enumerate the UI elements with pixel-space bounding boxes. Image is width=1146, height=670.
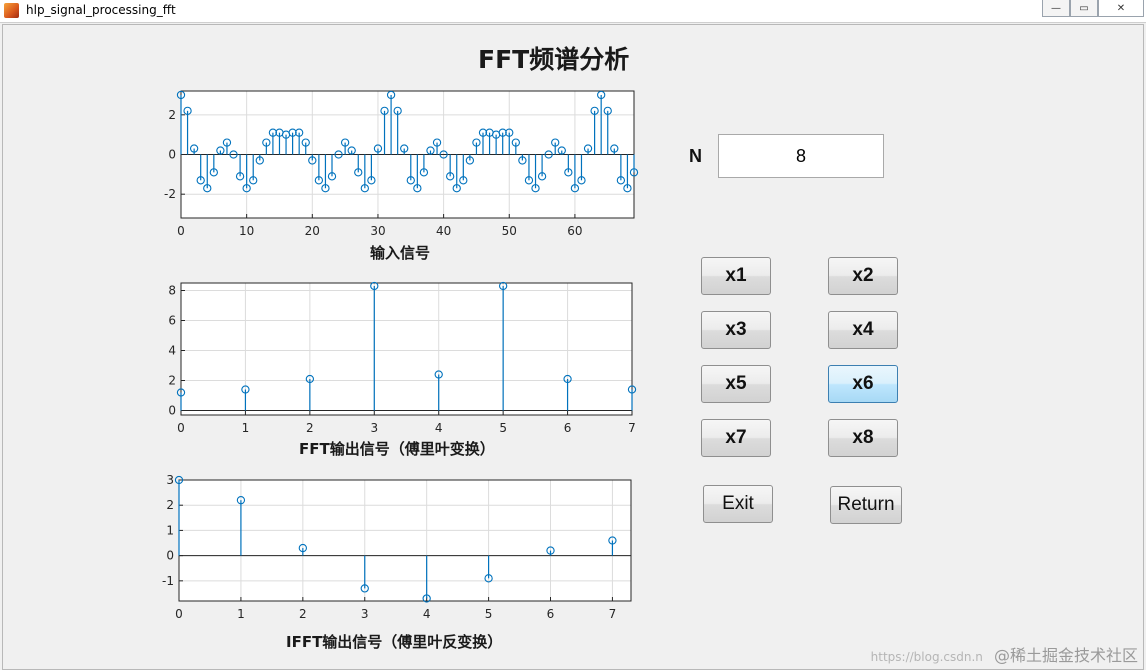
ifft-output-xtick-label: 6 [547, 607, 555, 621]
watermark-brand: @稀土掘金技术社区 [993, 646, 1138, 665]
n-input[interactable] [718, 134, 884, 178]
input-signal-ytick-label: 0 [168, 148, 176, 162]
ifft-output-xtick-label: 0 [175, 607, 183, 621]
fft-output-xtick-label: 1 [242, 421, 250, 435]
fft-output-xtick-label: 4 [435, 421, 443, 435]
ifft-output-ytick-label: 2 [166, 498, 174, 512]
ifft-output-ytick-label: 3 [166, 473, 174, 487]
ifft-output-ytick-label: -1 [162, 574, 174, 588]
input-signal-xtick-label: 0 [177, 224, 185, 238]
x3-button[interactable]: x3 [701, 311, 771, 349]
fft-output-xtick-label: 6 [564, 421, 572, 435]
input-signal-caption: 输入信号 [370, 244, 431, 262]
x1-button[interactable]: x1 [701, 257, 771, 295]
x7-button[interactable]: x7 [701, 419, 771, 457]
x8-button[interactable]: x8 [828, 419, 898, 457]
x4-button[interactable]: x4 [828, 311, 898, 349]
ifft-output-xtick-label: 5 [485, 607, 493, 621]
fft-output-xtick-label: 7 [628, 421, 636, 435]
fft-output-xtick-label: 2 [306, 421, 314, 435]
x5-button[interactable]: x5 [701, 365, 771, 403]
ifft-output-xtick-label: 2 [299, 607, 307, 621]
exit-button[interactable]: Exit [703, 485, 773, 523]
ifft-output-xtick-label: 1 [237, 607, 245, 621]
x2-button[interactable]: x2 [828, 257, 898, 295]
ifft-output-xtick-label: 3 [361, 607, 369, 621]
fft-output-ytick-label: 0 [168, 404, 176, 418]
plots-canvas: 0 10 20 30 40 50 60-2020 1 2 3 4 5 6 7024680 1 2 3 4 5 6 7-1… [162, 90, 639, 621]
fft-output-caption: FFT输出信号（傅里叶变换） [299, 440, 495, 458]
ifft-output-xtick-label: 7 [609, 607, 617, 621]
fft-output-xtick-label: 3 [370, 421, 378, 435]
watermark-url: https://blog.csdn.n [870, 650, 983, 664]
input-signal-ytick-label: -2 [164, 187, 176, 201]
input-signal-xtick-label: 50 [502, 224, 517, 238]
fft-output-plot-area [181, 283, 632, 415]
fft-output-ytick-label: 6 [168, 314, 176, 328]
fft-output-ytick-label: 2 [168, 374, 176, 388]
ifft-output-xtick-label: 4 [423, 607, 431, 621]
watermark: https://blog.csdn.n @稀土掘金技术社区 [871, 642, 1138, 666]
return-button[interactable]: Return [830, 486, 902, 524]
ifft-output-ytick-label: 0 [166, 549, 174, 563]
input-signal-xtick-label: 40 [436, 224, 451, 238]
input-signal-xtick-label: 10 [239, 224, 254, 238]
ifft-output-caption: IFFT输出信号（傅里叶反变换） [286, 633, 503, 651]
fft-output-xtick-label: 5 [499, 421, 507, 435]
fft-output-ytick-label: 4 [168, 344, 176, 358]
fft-output-xtick-label: 0 [177, 421, 185, 435]
input-signal-xtick-label: 20 [305, 224, 320, 238]
n-label: N [689, 146, 702, 166]
ifft-output-plot-area [179, 480, 631, 601]
input-signal-xtick-label: 30 [370, 224, 385, 238]
x6-button[interactable]: x6 [828, 365, 898, 403]
fft-output-ytick-label: 8 [168, 284, 176, 298]
input-signal-ytick-label: 2 [168, 108, 176, 122]
ifft-output-ytick-label: 1 [166, 523, 174, 537]
input-signal-xtick-label: 60 [567, 224, 582, 238]
